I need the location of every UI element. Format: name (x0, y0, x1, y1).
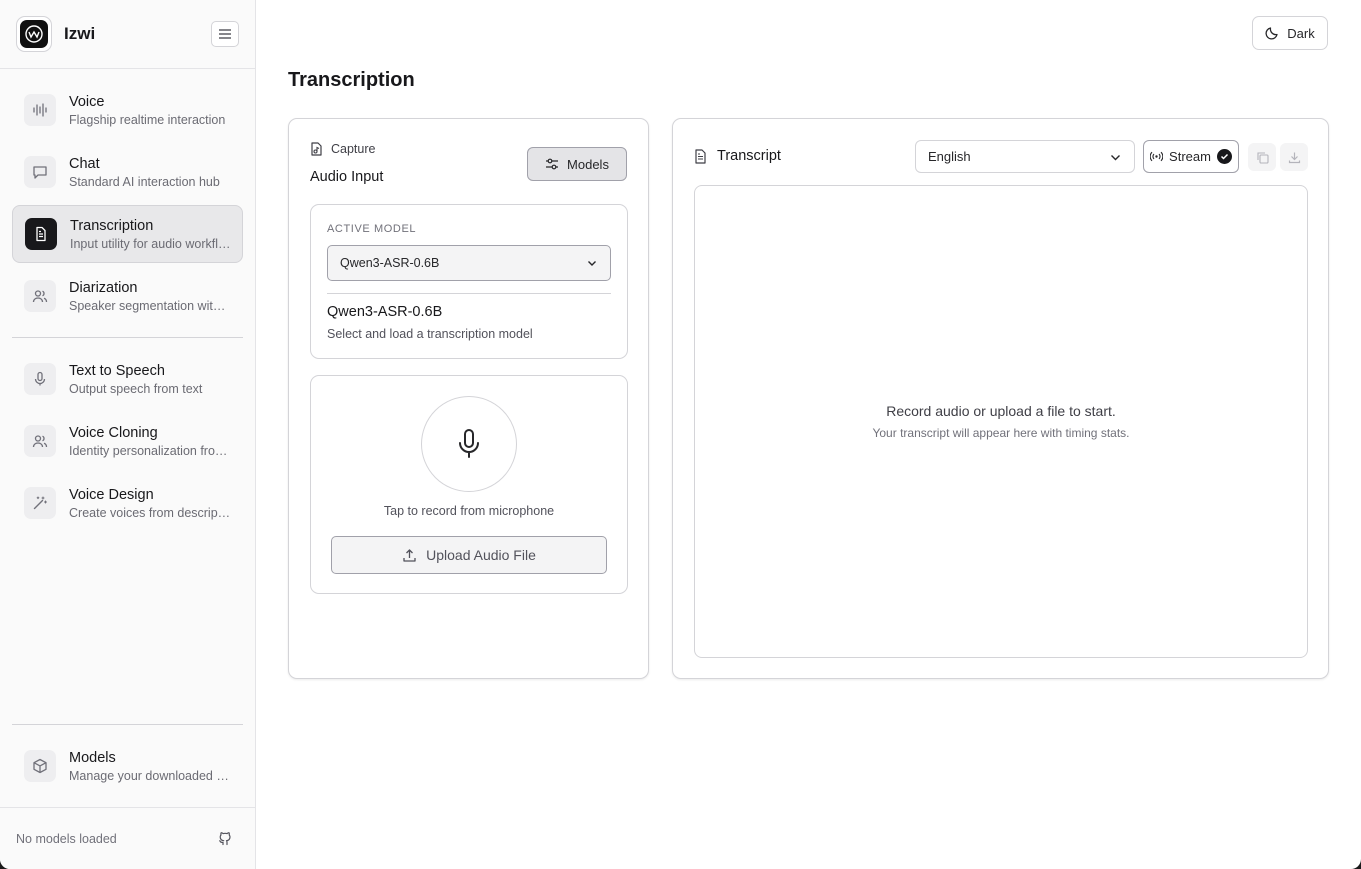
sidebar-item-title: Voice Cloning (69, 424, 158, 441)
page-title: Transcription (288, 69, 415, 91)
active-model-label: ACTIVE MODEL (327, 223, 417, 235)
sidebar-item-subtitle: Input utility for audio workflows (70, 236, 232, 251)
audio-input-card: Capture Audio Input Models ACTIVE MODEL … (288, 118, 649, 679)
download-icon (1288, 152, 1300, 163)
transcript-card: Transcript English Stream Record audio o (672, 118, 1329, 679)
sliders-icon (546, 158, 559, 170)
chat-icon (24, 156, 56, 188)
sidebar-item-subtitle: Create voices from descriptions (69, 505, 231, 520)
copy-button[interactable] (1248, 143, 1276, 171)
menu-icon (219, 29, 231, 39)
app-name: Izwi (64, 24, 96, 43)
download-button[interactable] (1280, 143, 1308, 171)
sidebar-item-models[interactable]: Models Manage your downloaded models (12, 737, 243, 795)
upload-icon (403, 548, 416, 562)
model-status-text: No models loaded (16, 831, 117, 846)
users-icon (24, 280, 56, 312)
moon-icon (1265, 27, 1278, 40)
sidebar-item-title: Text to Speech (69, 362, 165, 379)
language-select-value: English (928, 149, 971, 164)
github-icon[interactable] (217, 830, 233, 851)
active-model-panel: ACTIVE MODEL Qwen3-ASR-0.6B Qwen3-ASR-0.… (310, 204, 628, 359)
model-select[interactable]: Qwen3-ASR-0.6B (327, 245, 611, 281)
record-panel: Tap to record from microphone Upload Aud… (310, 375, 628, 594)
main-content: Dark Transcription Capture Audio Input M… (256, 0, 1361, 869)
mic-icon (24, 363, 56, 395)
cube-icon (24, 750, 56, 782)
language-select[interactable]: English (915, 140, 1135, 173)
record-button[interactable] (421, 396, 517, 492)
copy-icon (1256, 151, 1269, 164)
app-window: Izwi Voice Flagship realtime interaction… (0, 0, 1361, 869)
sidebar-item-chat[interactable]: Chat Standard AI interaction hub (12, 143, 243, 201)
chevron-down-icon (588, 261, 596, 266)
model-name: Qwen3-ASR-0.6B (327, 304, 443, 320)
sidebar-item-voice-design[interactable]: Voice Design Create voices from descript… (12, 474, 243, 532)
record-hint: Tap to record from microphone (383, 504, 555, 518)
sidebar-item-title: Voice Design (69, 486, 154, 503)
sidebar-item-subtitle: Manage your downloaded models (69, 768, 231, 783)
sidebar-item-subtitle: Standard AI interaction hub (69, 174, 220, 189)
document-icon (25, 218, 57, 250)
menu-toggle-button[interactable] (211, 21, 239, 47)
sidebar-header: Izwi (0, 0, 255, 69)
waveform-icon (24, 94, 56, 126)
sidebar-item-subtitle: Output speech from text (69, 381, 203, 396)
sidebar-item-transcription[interactable]: Transcription Input utility for audio wo… (12, 205, 243, 263)
models-button[interactable]: Models (527, 147, 627, 181)
sidebar-item-title: Diarization (69, 279, 138, 296)
transcript-area: Record audio or upload a file to start. … (694, 185, 1308, 658)
sidebar-item-voice[interactable]: Voice Flagship realtime interaction (12, 81, 243, 139)
empty-state-title: Record audio or upload a file to start. (886, 403, 1116, 419)
sidebar-footer: No models loaded (0, 807, 255, 869)
transcript-header: Transcript (694, 148, 781, 164)
upload-audio-button[interactable]: Upload Audio File (331, 536, 607, 574)
audio-input-title: Audio Input (310, 169, 384, 185)
theme-toggle-button[interactable]: Dark (1252, 16, 1328, 50)
stream-toggle[interactable]: Stream (1143, 140, 1239, 173)
sidebar: Izwi Voice Flagship realtime interaction… (0, 0, 256, 869)
model-hint: Select and load a transcription model (327, 327, 533, 341)
theme-toggle-label: Dark (1287, 25, 1315, 41)
sidebar-item-title: Transcription (70, 217, 154, 234)
check-icon (1216, 149, 1232, 164)
sidebar-item-text-to-speech[interactable]: Text to Speech Output speech from text (12, 350, 243, 408)
document-icon (695, 148, 706, 164)
sidebar-divider (12, 724, 243, 725)
sidebar-item-voice-cloning[interactable]: Voice Cloning Identity personalization f… (12, 412, 243, 470)
sidebar-item-title: Models (69, 749, 116, 766)
empty-state-subtitle: Your transcript will appear here with ti… (872, 426, 1130, 440)
divider (327, 293, 611, 294)
app-logo (16, 16, 52, 52)
mic-icon (459, 429, 479, 458)
audio-file-icon (311, 142, 322, 156)
chevron-down-icon (1111, 155, 1120, 161)
sidebar-item-title: Voice (69, 93, 105, 110)
magic-wand-icon (24, 487, 56, 519)
sidebar-item-subtitle: Speaker segmentation with timestamps (69, 298, 231, 313)
broadcast-icon (1150, 151, 1164, 162)
capture-label: Capture (310, 142, 375, 156)
model-select-value: Qwen3-ASR-0.6B (340, 256, 440, 270)
sidebar-divider (12, 337, 243, 338)
sidebar-item-title: Chat (69, 155, 100, 172)
users-icon (24, 425, 56, 457)
sidebar-item-diarization[interactable]: Diarization Speaker segmentation with ti… (12, 267, 243, 325)
sidebar-item-subtitle: Identity personalization from samples (69, 443, 231, 458)
sidebar-item-subtitle: Flagship realtime interaction (69, 112, 226, 127)
